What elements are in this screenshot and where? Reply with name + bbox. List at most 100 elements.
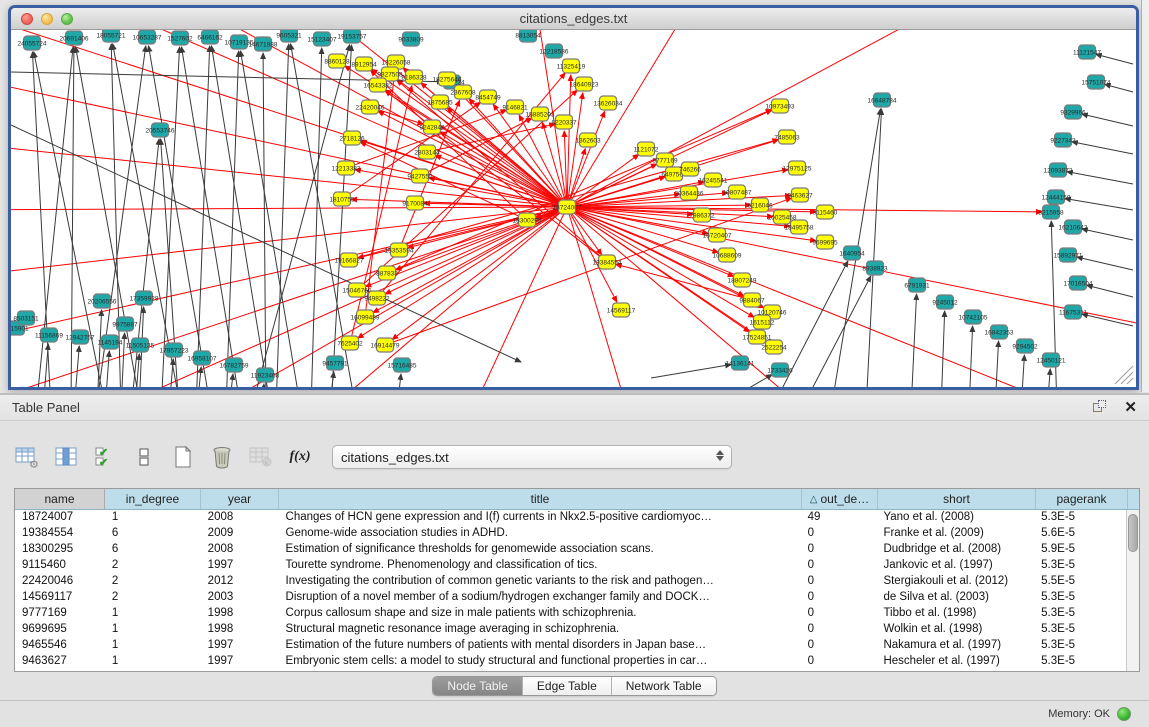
citation-edge-black[interactable] xyxy=(311,48,322,387)
citation-edge-black[interactable] xyxy=(1072,142,1133,154)
graph-node-17016504[interactable]: 17016504 xyxy=(1064,276,1093,290)
graph-node-746266[interactable]: 746266 xyxy=(679,162,701,176)
cell-outde[interactable]: 0 xyxy=(801,574,877,590)
graph-node-14136141[interactable]: 14136141 xyxy=(726,356,755,370)
citation-edge-black[interactable] xyxy=(397,374,401,387)
cell-outde[interactable]: 0 xyxy=(801,542,877,558)
cell-name[interactable]: 9463627 xyxy=(15,654,105,670)
minimize-window-button[interactable] xyxy=(41,13,53,25)
graph-node-24055724[interactable]: 24055724 xyxy=(18,36,47,50)
citation-edge-black[interactable] xyxy=(1077,257,1133,270)
citation-edge-black[interactable] xyxy=(229,374,233,387)
show-columns-icon[interactable] xyxy=(53,444,79,470)
graph-node-20553746[interactable]: 20553746 xyxy=(146,123,175,137)
citation-edge-black[interactable] xyxy=(911,294,917,387)
scrollbar-thumb[interactable] xyxy=(1128,514,1138,552)
cell-year[interactable]: 2003 xyxy=(201,590,279,606)
graph-node-7625402[interactable]: 7625402 xyxy=(337,336,363,350)
citation-edge-black[interactable] xyxy=(1087,285,1133,297)
graph-node-8912954[interactable]: 8912954 xyxy=(351,57,377,71)
cell-pagerank[interactable]: 5.3E-5 xyxy=(1034,606,1126,622)
cell-title[interactable]: Corpus callosum shape and size in male p… xyxy=(279,606,801,622)
delete-column-icon[interactable] xyxy=(209,444,235,470)
citation-edge-black[interactable] xyxy=(651,364,731,378)
cell-pagerank[interactable]: 5.3E-5 xyxy=(1034,590,1126,606)
graph-node-15892971[interactable]: 15892971 xyxy=(1054,248,1083,262)
graph-node-16648784[interactable]: 16648784 xyxy=(868,93,897,107)
cell-title[interactable]: Structural magnetic resonance image aver… xyxy=(279,622,801,638)
cell-indegree[interactable]: 2 xyxy=(105,574,201,590)
citation-edge-black[interactable] xyxy=(1082,229,1133,240)
graph-node-9605321[interactable]: 9605321 xyxy=(276,30,302,42)
column-header-year[interactable]: year xyxy=(201,489,279,509)
float-panel-icon[interactable] xyxy=(1093,400,1108,415)
cell-outde[interactable]: 0 xyxy=(801,622,877,638)
graph-node-13626034[interactable]: 13626034 xyxy=(594,96,623,110)
close-window-button[interactable] xyxy=(21,13,33,25)
table-select-dropdown[interactable]: citations_edges.txt xyxy=(332,445,732,469)
table-row[interactable]: 1938455462009Genome-wide association stu… xyxy=(15,526,1126,542)
graph-node-1810755[interactable]: 1810755 xyxy=(329,192,355,206)
zoom-window-button[interactable] xyxy=(61,13,73,25)
graph-node-2367608[interactable]: 2367608 xyxy=(450,85,476,99)
cell-year[interactable]: 1997 xyxy=(201,558,279,574)
canvas-resize-grip[interactable] xyxy=(1115,366,1133,384)
citation-edge-black[interactable] xyxy=(941,311,945,387)
graph-node-1640954[interactable]: 1640954 xyxy=(839,246,865,260)
citation-edge-black[interactable] xyxy=(329,372,334,387)
cell-title[interactable]: Changes of HCN gene expression and I(f) … xyxy=(279,510,801,526)
graph-node-9329966[interactable]: 9329966 xyxy=(1060,105,1086,119)
cell-pagerank[interactable]: 5.3E-5 xyxy=(1034,638,1126,654)
graph-node-16914479[interactable]: 16914479 xyxy=(371,338,400,352)
row-height-icon[interactable] xyxy=(131,444,157,470)
cell-pagerank[interactable]: 5.9E-5 xyxy=(1034,542,1126,558)
new-column-icon[interactable] xyxy=(170,444,196,470)
citation-edge-black[interactable] xyxy=(969,326,973,387)
cell-short[interactable]: Yano et al. (2008) xyxy=(876,510,1034,526)
graph-node-9699695[interactable]: 9699695 xyxy=(812,235,838,249)
table-row[interactable]: 946362711997Embryonic stem cells: a mode… xyxy=(15,654,1126,670)
cell-outde[interactable]: 0 xyxy=(801,654,877,670)
citation-edge-black[interactable] xyxy=(11,125,521,362)
cell-indegree[interactable]: 6 xyxy=(105,542,201,558)
graph-node-9884067[interactable]: 9884067 xyxy=(739,293,765,307)
cell-pagerank[interactable]: 5.5E-5 xyxy=(1034,574,1126,590)
table-row[interactable]: 911546021997Tourette syndrome. Phenomeno… xyxy=(15,558,1126,574)
cell-short[interactable]: Jankovic et al. (1997) xyxy=(876,558,1034,574)
tab-edge-table[interactable]: Edge Table xyxy=(522,677,611,695)
graph-node-12213383[interactable]: 12213383 xyxy=(332,161,361,175)
close-panel-icon[interactable]: ✕ xyxy=(1124,400,1137,415)
cell-indegree[interactable]: 2 xyxy=(105,590,201,606)
graph-node-12450121[interactable]: 12450121 xyxy=(1037,353,1066,367)
column-header-short[interactable]: short xyxy=(878,489,1036,509)
cell-indegree[interactable]: 1 xyxy=(105,638,201,654)
graph-node-20206556[interactable]: 20206556 xyxy=(88,294,117,308)
column-header-pagerank[interactable]: pagerank xyxy=(1036,489,1128,509)
cell-title[interactable]: Estimation of the future numbers of pati… xyxy=(279,638,801,654)
memory-status-icon[interactable] xyxy=(1117,707,1131,721)
cell-short[interactable]: Stergiakouli et al. (2012) xyxy=(876,574,1034,590)
citation-edge-black[interactable] xyxy=(711,375,772,387)
graph-node-9033809[interactable]: 9033809 xyxy=(398,32,424,46)
graph-node-16210643[interactable]: 16210643 xyxy=(1059,220,1088,234)
cell-short[interactable]: Franke et al. (2009) xyxy=(876,526,1034,542)
citation-edge-black[interactable] xyxy=(1096,54,1133,64)
cell-title[interactable]: Genome-wide association studies in ADHD. xyxy=(279,526,801,542)
cell-year[interactable]: 2008 xyxy=(201,542,279,558)
citation-edge-black[interactable] xyxy=(1082,114,1133,126)
cell-short[interactable]: Wolkin et al. (1998) xyxy=(876,622,1034,638)
graph-node-18055721[interactable]: 18055721 xyxy=(97,30,126,42)
cell-pagerank[interactable]: 5.3E-5 xyxy=(1034,622,1126,638)
cell-name[interactable]: 14569117 xyxy=(15,590,105,606)
citation-edge-red[interactable] xyxy=(567,30,711,207)
graph-node-2718126[interactable]: 2718126 xyxy=(339,131,365,145)
graph-node-8938923[interactable]: 8938923 xyxy=(862,261,888,275)
graph-node-8813054[interactable]: 8813054 xyxy=(515,30,541,42)
citation-edge-black[interactable] xyxy=(74,346,79,387)
citation-edge-black[interactable] xyxy=(1021,355,1024,387)
select-columns-icon[interactable]: ✔✔ xyxy=(92,444,118,470)
graph-node-17359928[interactable]: 17359928 xyxy=(130,291,159,305)
cell-name[interactable]: 9699695 xyxy=(15,622,105,638)
cell-indegree[interactable]: 6 xyxy=(105,526,201,542)
graph-node-9227343[interactable]: 9227343 xyxy=(1050,133,1076,147)
